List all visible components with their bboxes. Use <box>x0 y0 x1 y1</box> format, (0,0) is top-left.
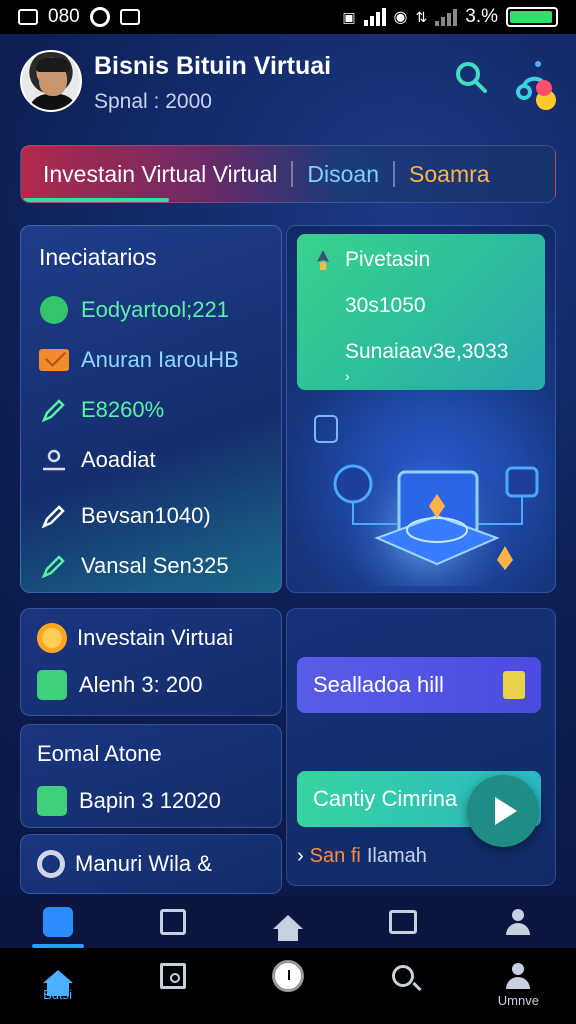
frame-icon <box>159 909 186 935</box>
user-icon <box>505 909 531 935</box>
home-icon <box>272 915 303 941</box>
link-highlight: San fi <box>309 845 361 867</box>
pencil-icon <box>39 551 69 581</box>
tab-soamra[interactable]: Soamra <box>395 146 504 202</box>
play-button[interactable] <box>467 775 539 847</box>
user-icon <box>39 445 69 475</box>
nav-home[interactable]: Bdtsi <box>18 948 98 1024</box>
tab-home[interactable] <box>258 896 318 948</box>
search-icon <box>392 965 415 987</box>
secondary-tab-bar <box>0 896 576 948</box>
coin-icon <box>37 623 67 653</box>
nav-profile-label: Umnve <box>497 993 539 1008</box>
sealladoa-button[interactable]: Sealladoa hill <box>297 657 541 713</box>
chevron-right-icon: › <box>345 368 350 384</box>
page-subtitle: Spnal : 2000 <box>94 90 212 113</box>
battery-icon <box>506 7 558 27</box>
header: Bisnis Bituin Virtuai Spnal : 2000 <box>20 50 560 120</box>
home-icon <box>42 969 73 996</box>
gift-icon <box>503 671 525 699</box>
calendar-icon <box>389 910 418 934</box>
grid-icon <box>37 786 67 816</box>
balance-card-value: Bapin 3 12020 <box>79 788 221 813</box>
clock-icon <box>271 960 304 992</box>
menu-card-title: Manuri Wila & <box>75 851 212 876</box>
badge-icon <box>39 295 69 325</box>
battery-percent: 3.% <box>465 6 498 27</box>
investment-card-title: Investain Virtuai <box>77 625 234 650</box>
info-card: Ineciatarios Eodyartool;221 Anuran Iarou… <box>20 225 282 593</box>
list-item-label: Eodyartool;221 <box>81 297 229 322</box>
settings-icon <box>37 850 65 878</box>
tab-investain[interactable]: Investain Virtual Virtual <box>21 146 291 202</box>
check-icon <box>37 670 67 700</box>
pencil-icon <box>39 501 69 531</box>
rocket-icon <box>317 250 329 270</box>
list-item[interactable]: Bevsan1040) <box>39 491 263 541</box>
tab-bar: Investain Virtual Virtual Disoan Soamra <box>20 145 556 203</box>
play-icon <box>495 797 517 825</box>
actions-panel: Sealladoa hill Cantiy Cimrina › San fi I… <box>286 608 556 886</box>
status-time: 080 <box>48 6 80 27</box>
signal-icon <box>363 8 386 26</box>
tab-disoan[interactable]: Disoan <box>293 146 393 202</box>
menu-card[interactable]: Manuri Wila & <box>20 834 282 894</box>
list-item-label: Vansal Sen325 <box>81 553 229 578</box>
data-icon: ⇅ <box>415 8 428 25</box>
feature-detail: Sunaiaav3e,3033 <box>345 340 509 363</box>
nav-search[interactable] <box>363 948 443 1024</box>
feature-highlight[interactable]: Pivetasin 30s1050 Sunaiaav3e,3033 › <box>297 234 545 390</box>
pencil-icon <box>39 395 69 425</box>
list-item[interactable]: Aoadiat <box>39 435 263 485</box>
page-title: Bisnis Bituin Virtuai <box>94 52 332 80</box>
list-item[interactable]: Eodyartool;221 <box>39 285 263 335</box>
list-item-label: Aoadiat <box>81 447 156 472</box>
record-icon <box>89 7 110 27</box>
cantiy-button-label: Cantiy Cimrina <box>313 786 458 811</box>
image-icon <box>119 9 140 25</box>
share-icon[interactable] <box>514 58 560 112</box>
square-icon <box>159 963 186 989</box>
list-item[interactable]: Anuran IarouHB <box>39 335 263 385</box>
link-text: Ilamah <box>366 845 427 867</box>
balance-card[interactable]: Eomal Atone Bapin 3 12020 <box>20 724 282 828</box>
investment-card-value: Alenh 3: 200 <box>79 672 203 697</box>
vibrate-icon: ▣ <box>342 8 356 25</box>
more-link[interactable]: › San fi Ilamah <box>297 845 427 868</box>
nav-profile[interactable]: Umnve <box>478 948 558 1024</box>
list-item[interactable]: E8260% <box>39 385 263 435</box>
feature-value: 30s1050 <box>345 294 426 317</box>
search-icon[interactable] <box>454 60 488 94</box>
balance-card-title: Eomal Atone <box>37 741 162 766</box>
investment-card[interactable]: Investain Virtuai Alenh 3: 200 <box>20 608 282 716</box>
sealladoa-button-label: Sealladoa hill <box>313 672 444 697</box>
tab-frame[interactable] <box>143 896 203 948</box>
info-card-title: Ineciatarios <box>39 244 157 270</box>
cell-signal-icon <box>435 8 458 26</box>
list-item-label: Anuran IarouHB <box>81 347 239 372</box>
active-tab-indicator <box>23 198 169 202</box>
tab-calendar[interactable] <box>373 896 433 948</box>
nav-clock[interactable] <box>248 948 328 1024</box>
tab-wallet[interactable] <box>28 896 88 948</box>
tab-profile[interactable] <box>488 896 548 948</box>
tech-illustration <box>314 415 539 586</box>
user-icon <box>505 963 531 989</box>
wallet-icon <box>42 907 73 937</box>
feature-title: Pivetasin <box>345 248 431 271</box>
feature-card: Pivetasin 30s1050 Sunaiaav3e,3033 › <box>286 225 556 593</box>
avatar[interactable] <box>20 50 82 112</box>
list-item-label: E8260% <box>81 397 165 422</box>
nav-square[interactable] <box>133 948 213 1024</box>
list-item-label: Bevsan1040) <box>81 503 211 528</box>
bottom-nav: Bdtsi Umnve <box>0 948 576 1024</box>
list-item[interactable]: Vansal Sen325 <box>39 541 263 591</box>
envelope-icon <box>39 345 69 375</box>
status-bar: 080 ▣ ◉ ⇅ 3.% <box>0 0 576 34</box>
photo-icon <box>18 9 38 25</box>
wifi-icon: ◉ <box>393 9 408 26</box>
chevron-right-icon: › <box>297 845 304 867</box>
